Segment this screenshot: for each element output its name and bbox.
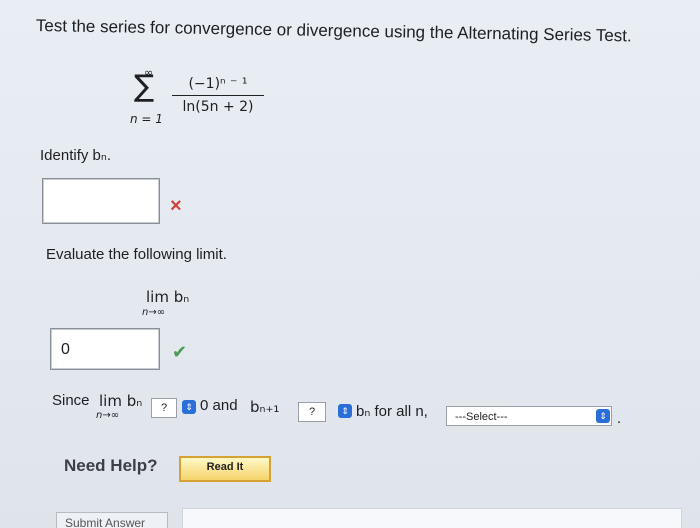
- conclusion-spinner-icon[interactable]: ⇕: [596, 409, 610, 423]
- conclusion-select-value: ---Select---: [455, 411, 508, 423]
- comparison-select-1[interactable]: ?: [151, 398, 177, 418]
- question-title: Test the series for convergence or diver…: [35, 16, 632, 46]
- limit-subscript: n→∞: [142, 307, 166, 318]
- limit-answer-input[interactable]: 0: [50, 328, 160, 370]
- zero-and-text: 0 and: [200, 397, 238, 414]
- limit-expression: lim bₙ: [146, 288, 190, 306]
- need-help-label: Need Help?: [64, 456, 158, 475]
- limit-answer-value: 0: [61, 341, 70, 358]
- bn-plus-one-text: bₙ₊₁: [250, 398, 280, 416]
- since-limit-expression: lim bₙ: [99, 392, 143, 410]
- incorrect-x-icon: ×: [170, 195, 182, 217]
- fraction-denominator: ln(5n + 2): [182, 99, 254, 115]
- correct-check-icon: ✔: [172, 342, 188, 362]
- evaluate-limit-label: Evaluate the following limit.: [46, 246, 227, 263]
- bn-for-all-text: bₙ for all n,: [356, 403, 428, 420]
- since-limit-subscript: n→∞: [96, 410, 120, 421]
- submit-answer-button[interactable]: Submit Answer: [56, 512, 168, 528]
- identify-bn-label: Identify bₙ.: [40, 147, 112, 164]
- sigma-symbol: ∑: [134, 69, 155, 104]
- period-text: .: [617, 410, 622, 427]
- select-1-spinner-icon[interactable]: ⇕: [182, 400, 196, 414]
- since-label: Since: [52, 392, 90, 409]
- read-it-button[interactable]: Read It: [179, 456, 271, 482]
- sum-lower-limit: n = 1: [130, 112, 163, 126]
- fraction-numerator: (−1)ⁿ ⁻ ¹: [188, 76, 248, 92]
- series-term-fraction: (−1)ⁿ ⁻ ¹ ln(5n + 2): [172, 76, 264, 115]
- comparison-select-2[interactable]: ?: [298, 402, 326, 422]
- bn-answer-input[interactable]: [42, 178, 160, 224]
- select-2-spinner-icon[interactable]: ⇕: [338, 404, 352, 418]
- conclusion-select[interactable]: ---Select---: [446, 406, 612, 426]
- bottom-panel: [182, 508, 682, 528]
- comparison-select-1-value: ?: [160, 402, 168, 414]
- comparison-select-2-value: ?: [308, 406, 316, 418]
